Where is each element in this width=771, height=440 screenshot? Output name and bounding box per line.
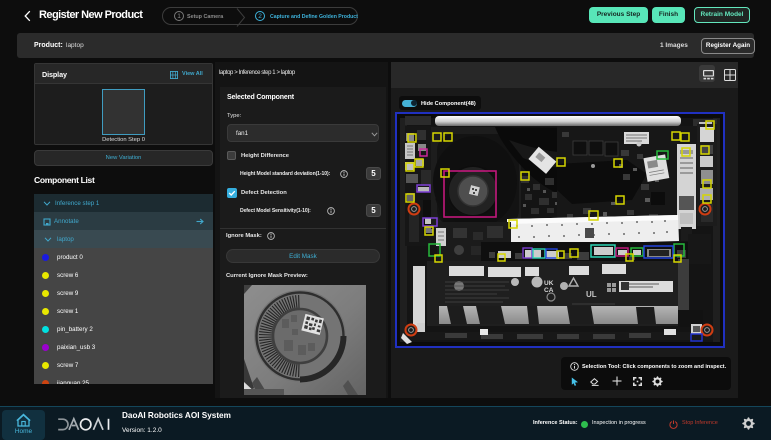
svg-text:UK: UK <box>544 280 554 287</box>
svg-text:UL: UL <box>586 290 597 299</box>
